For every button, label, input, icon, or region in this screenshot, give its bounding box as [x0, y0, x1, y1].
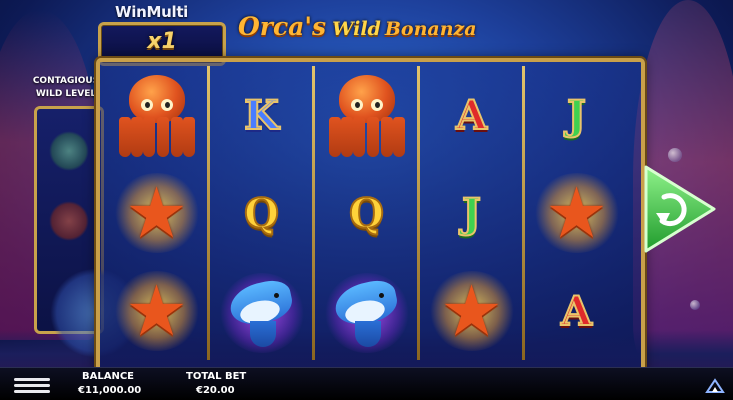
turtle-icon [49, 131, 89, 171]
symbol-starfish: ★ [419, 262, 524, 360]
symbol-a: A [524, 262, 629, 360]
letter-a-icon: A [455, 91, 488, 140]
contagious-label-line1: CONTAGIOUS [32, 76, 100, 86]
balance-label: BALANCE [82, 371, 135, 382]
starfish-icon: ★ [125, 270, 188, 352]
total-bet-value: €20.00 [196, 385, 235, 396]
symbol-q: Q [314, 164, 419, 262]
symbol-q: Q [209, 164, 314, 262]
letter-j-icon: J [566, 91, 587, 140]
octopus-icon [49, 201, 89, 241]
symbol-starfish: ★ [104, 164, 209, 262]
symbol-starfish: ★ [104, 262, 209, 360]
balance-value: €11,000.00 [78, 385, 142, 396]
bottom-bar: BALANCE €11,000.00 TOTAL BET €20.00 [0, 367, 733, 400]
letter-q-icon: Q [243, 189, 280, 238]
symbol-starfish: ★ [524, 164, 629, 262]
letter-a-icon: A [560, 287, 593, 336]
symbol-k: K [209, 66, 314, 164]
menu-line [14, 384, 50, 387]
contagious-wild-meter [34, 106, 141, 357]
spin-button[interactable] [640, 163, 718, 255]
symbol-dolphin [314, 262, 419, 360]
game-logo: Orca's Wild Bonanza [238, 12, 508, 52]
provider-logo-icon [705, 378, 725, 393]
bubble [668, 148, 682, 162]
menu-line [14, 378, 50, 381]
logo-word-wild: Wild [332, 18, 381, 40]
symbol-octopus [104, 66, 209, 164]
symbol-octopus [314, 66, 419, 164]
letter-k-icon: K [243, 91, 280, 140]
octopus-icon [323, 73, 411, 157]
spin-arrow-icon [644, 165, 716, 253]
menu-line [14, 390, 50, 393]
letter-q-icon: Q [348, 189, 385, 238]
dolphin-icon [321, 267, 413, 355]
starfish-icon: ★ [440, 270, 503, 352]
starfish-icon: ★ [125, 172, 188, 254]
win-multiplier-value: x1 [147, 29, 177, 54]
symbol-j: J [419, 164, 524, 262]
total-bet-label: TOTAL BET [186, 371, 247, 382]
bubble [690, 300, 700, 310]
octopus-icon [113, 73, 201, 157]
letter-j-icon: J [461, 189, 482, 238]
contagious-label-line2: WILD LEVEL [35, 89, 97, 99]
win-multiplier-label: WinMulti [115, 3, 189, 21]
reels-grid: K A J ★ Q Q J ★ ★ ★ A [104, 66, 629, 360]
contagious-wild-level-label: CONTAGIOUS WILD LEVEL [30, 75, 102, 101]
starfish-icon: ★ [545, 172, 608, 254]
hamburger-menu-icon[interactable] [14, 375, 50, 399]
dolphin-icon [216, 267, 308, 355]
symbol-a: A [419, 66, 524, 164]
logo-word-bonanza: Bonanza [384, 18, 477, 40]
logo-word-orcas: Orca's [238, 12, 327, 41]
symbol-dolphin [209, 262, 314, 360]
symbol-j: J [524, 66, 629, 164]
